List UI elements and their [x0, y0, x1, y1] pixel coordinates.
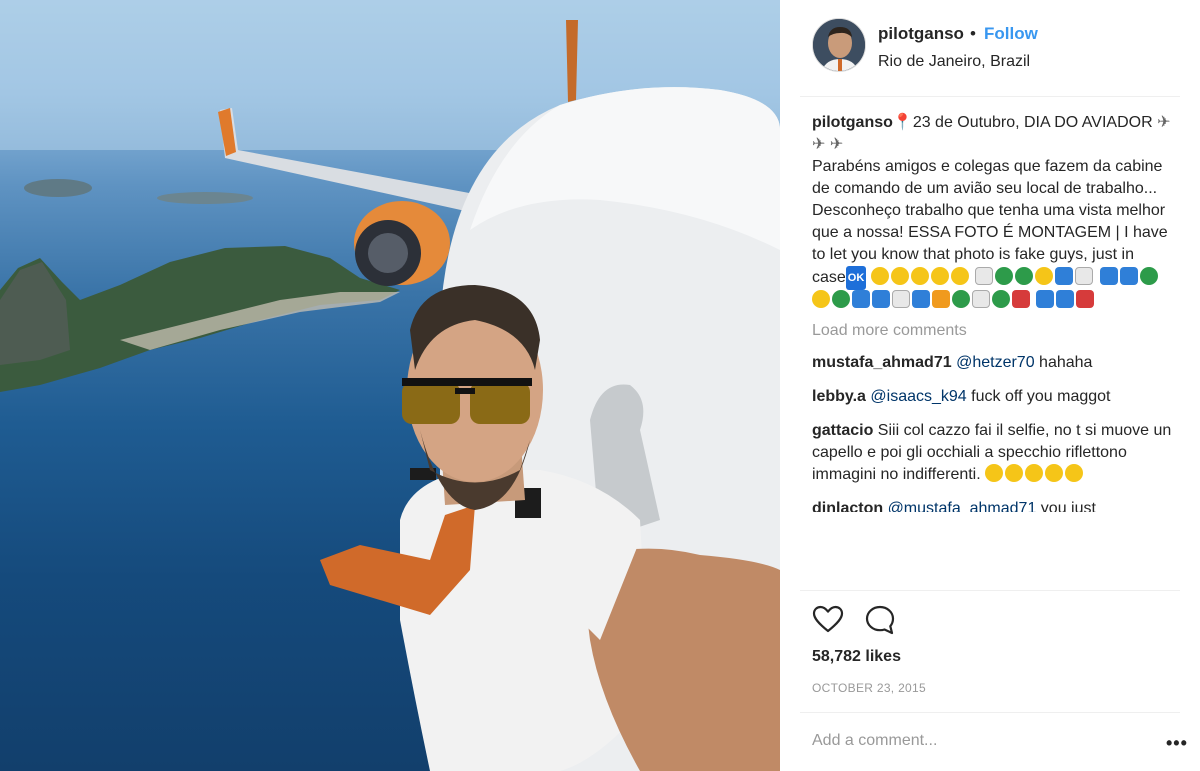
books-emoji — [952, 290, 970, 308]
person-emoji — [1015, 267, 1034, 285]
phone-emoji — [1036, 290, 1055, 308]
post-sidebar: pilotganso • Follow Rio de Janeiro, Braz… — [780, 0, 1200, 771]
avatar[interactable] — [812, 18, 866, 72]
comment-username[interactable]: dinlacton — [812, 500, 883, 512]
person-blue-emoji — [1055, 267, 1074, 285]
alarm-emoji — [1012, 290, 1030, 308]
list-item: dinlacton @mustafa_ahmad71 you just — [812, 498, 1172, 512]
snowflake-emoji — [1119, 267, 1138, 285]
avatar-image — [813, 19, 865, 71]
caption: pilotganso📍23 de Outubro, DIA DO AVIADOR… — [812, 112, 1172, 312]
comment-mention[interactable]: @mustafa_ahmad71 — [888, 500, 1037, 512]
list-item: gattacio Siii col cazzo fai il selfie, n… — [812, 420, 1172, 486]
caption-username[interactable]: pilotganso — [812, 114, 893, 131]
sun-emoji — [812, 290, 830, 308]
comment-text: fuck off you maggot — [971, 388, 1111, 405]
globe-emoji — [1139, 267, 1158, 285]
comment-username[interactable]: lebby.a — [812, 388, 866, 405]
globe-emoji — [832, 290, 850, 308]
grin-emoji — [870, 267, 889, 285]
cloud-emoji — [1075, 267, 1094, 285]
caption-headline: 23 de Outubro, DIA DO AVIADOR — [912, 114, 1153, 131]
ball-emoji — [1099, 267, 1118, 285]
laugh-cry-emoji — [1025, 464, 1044, 482]
comment-divider — [800, 712, 1180, 713]
sun-cloud-emoji — [1035, 267, 1054, 285]
laugh-cry-emoji — [1005, 464, 1024, 482]
load-more-comments-button[interactable]: Load more comments — [812, 322, 1172, 340]
hat-emoji — [995, 267, 1014, 285]
pin-emoji: 📍 — [892, 114, 913, 131]
add-comment-input[interactable] — [812, 732, 1132, 750]
comment-username[interactable]: gattacio — [812, 422, 873, 439]
plane-emoji — [975, 267, 994, 285]
comment-username[interactable]: mustafa_ahmad71 — [812, 354, 952, 371]
more-options-button[interactable]: ••• — [1166, 733, 1188, 754]
location-link[interactable]: Rio de Janeiro, Brazil — [878, 53, 1030, 71]
memo-emoji — [892, 290, 910, 308]
grin-emoji — [930, 267, 949, 285]
separator-dot: • — [970, 24, 976, 43]
photo-illustration — [0, 0, 780, 771]
post-header: pilotganso • Follow Rio de Janeiro, Braz… — [780, 0, 1200, 96]
sign-emoji — [912, 290, 930, 308]
no-phone-emoji — [1076, 290, 1095, 308]
follow-button[interactable]: Follow — [984, 24, 1038, 44]
post-photo — [0, 0, 780, 771]
warning-emoji — [932, 290, 950, 308]
clock-emoji — [972, 290, 990, 308]
laugh-cry-emoji — [1045, 464, 1064, 482]
comments-list[interactable]: pilotganso📍23 de Outubro, DIA DO AVIADOR… — [812, 112, 1172, 590]
likes-count[interactable]: 58,782 likes — [812, 648, 901, 666]
post-date[interactable]: OCTOBER 23, 2015 — [812, 681, 926, 695]
comment-text: hahaha — [1039, 354, 1093, 371]
ok-emoji: OK — [845, 266, 867, 290]
camera-emoji — [992, 290, 1010, 308]
grin-emoji — [910, 267, 929, 285]
grin-emoji — [950, 267, 969, 285]
comment-mention[interactable]: @isaacs_k94 — [870, 388, 966, 405]
header-divider — [800, 96, 1180, 97]
comment-bubble-icon[interactable] — [864, 604, 896, 636]
list-item: lebby.a @isaacs_k94 fuck off you maggot — [812, 386, 1172, 408]
comment-mention[interactable]: @hetzer70 — [956, 354, 1035, 371]
list-item: mustafa_ahmad71 @hetzer70 hahaha — [812, 352, 1172, 374]
grin-emoji — [890, 267, 909, 285]
actions-divider — [800, 590, 1180, 591]
post-username-link[interactable]: pilotganso — [878, 24, 964, 44]
wc-emoji — [1056, 290, 1075, 308]
accessible-emoji — [872, 290, 890, 308]
comment-text: you just — [1040, 500, 1096, 512]
umbrella-emoji — [852, 290, 870, 308]
laugh-cry-emoji — [985, 464, 1004, 482]
heart-icon[interactable] — [812, 604, 844, 636]
laugh-cry-emoji — [1065, 464, 1084, 482]
